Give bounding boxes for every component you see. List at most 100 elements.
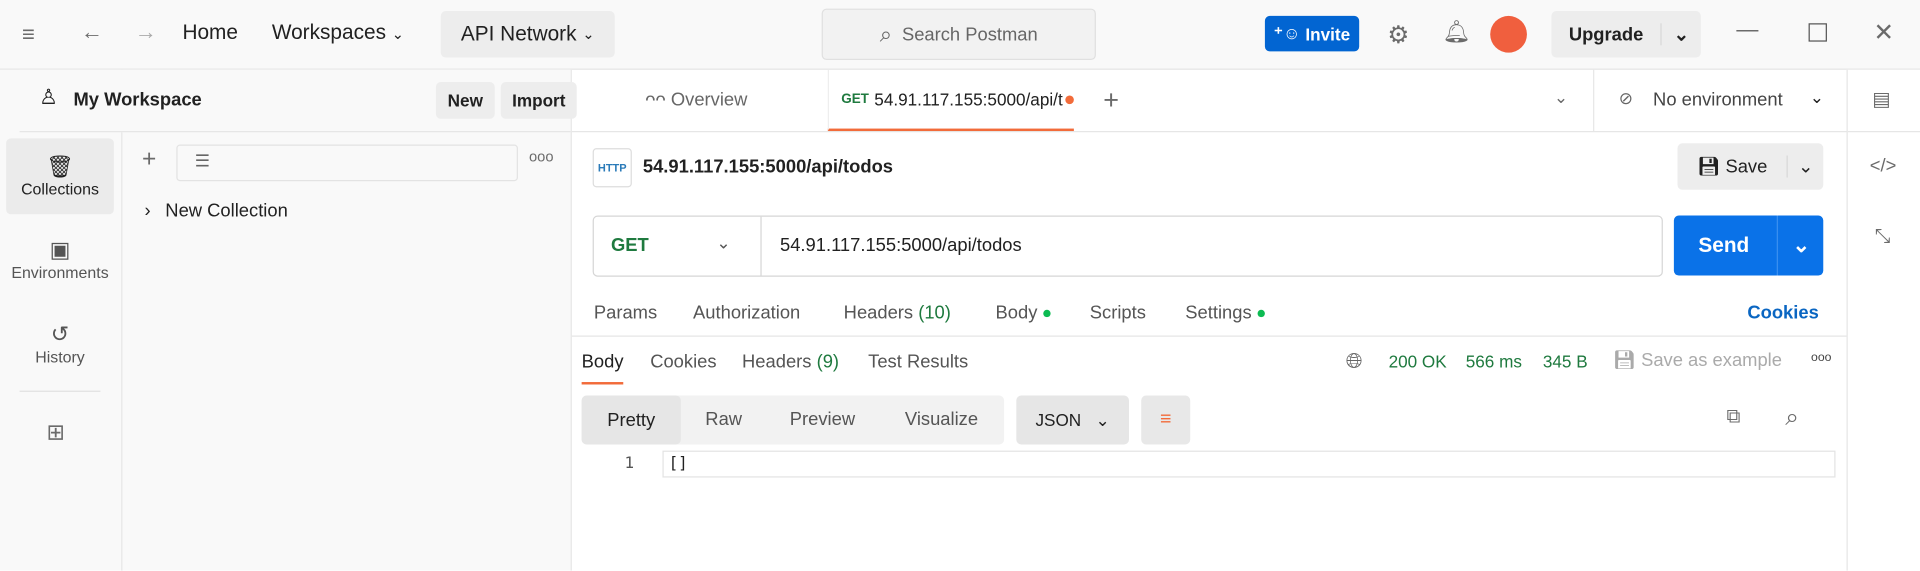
response-tab-cookies[interactable]: Cookies (650, 351, 716, 372)
add-icon[interactable]: + (142, 146, 156, 174)
sidebar-item-label: Collections (21, 180, 99, 199)
view-raw[interactable]: Raw (705, 409, 742, 430)
import-button[interactable]: Import (500, 82, 577, 119)
close-icon[interactable]: ✕ (1873, 17, 1894, 48)
view-preview[interactable]: Preview (790, 409, 855, 430)
response-tab-body[interactable]: Body (581, 351, 624, 385)
search-input[interactable]: ⌕ Search Postman (821, 8, 1096, 61)
tab-request[interactable]: GET 54.91.117.155:5000/api/t (827, 69, 1074, 132)
chevron-down-icon[interactable]: ⌄ (1660, 23, 1701, 46)
right-sidebar: ▤ </> ⤡ (1846, 69, 1920, 571)
add-user-icon: ⁺☺ (1273, 23, 1301, 43)
copy-icon[interactable]: ⧉ (1727, 407, 1741, 429)
upgrade-button[interactable]: Upgrade ⌄ (1551, 11, 1701, 58)
response-size[interactable]: 345 B (1543, 351, 1588, 371)
response-time[interactable]: 566 ms (1466, 351, 1522, 371)
collapse-icon[interactable]: ⤡ (1875, 227, 1891, 249)
sidebar-item-history[interactable]: ↺ History (6, 306, 114, 382)
save-as-example-button[interactable]: 💾︎ Save as example (1613, 349, 1782, 371)
home-link[interactable]: Home (182, 21, 238, 45)
chevron-down-icon[interactable]: ⌄ (1776, 215, 1825, 276)
sidebar-item-label: History (35, 347, 85, 367)
filter-input[interactable]: ☰ (176, 144, 518, 182)
environment-selector[interactable]: ⊘ No environment ⌄ (1593, 69, 1848, 132)
tab-label: Headers (843, 302, 914, 324)
globe-icon[interactable]: 🌐︎ (1346, 349, 1363, 373)
headers-count: (9) (816, 351, 840, 373)
save-icon: 💾︎ (1612, 350, 1636, 372)
more-options-icon[interactable]: ooo (1811, 351, 1831, 364)
menu-icon[interactable]: ≡ (22, 22, 35, 48)
save-button[interactable]: 💾︎ Save ⌄ (1677, 143, 1824, 190)
headers-count: (10) (918, 302, 951, 324)
environment-quick-look-icon[interactable]: ▤ (1872, 87, 1891, 111)
api-network-label: API Network (460, 22, 577, 46)
no-environment-icon: ⊘ (1618, 88, 1634, 108)
binoculars-icon: ᴖᴖ (645, 89, 666, 111)
tab-label: Settings (1185, 302, 1252, 324)
environment-icon: ▣ (49, 237, 71, 263)
method-label: GET (611, 235, 649, 256)
maximize-icon[interactable] (1808, 23, 1827, 42)
code-icon[interactable]: </> (1870, 156, 1897, 177)
divider (19, 390, 101, 392)
api-network-menu[interactable]: API Network ⌄ (440, 11, 615, 58)
response-tab-headers[interactable]: Headers (9) (742, 351, 839, 372)
more-options-icon[interactable]: ooo (529, 148, 554, 165)
collection-item[interactable]: › New Collection (144, 201, 287, 222)
http-icon: HTTP (592, 148, 632, 188)
status-dot (1043, 309, 1051, 318)
tab-label: Body (995, 302, 1038, 324)
wrap-lines-icon[interactable]: ≡ (1141, 395, 1191, 445)
response-body[interactable]: 1 [] (572, 450, 1847, 571)
grid-add-icon[interactable]: ⊞ (47, 420, 65, 446)
tab-settings[interactable]: Settings (1185, 302, 1266, 324)
status-code[interactable]: 200 OK (1389, 351, 1447, 371)
tab-method: GET (841, 91, 869, 107)
tab-bar: ᴖᴖ Overview GET 54.91.117.155:5000/api/t… (571, 69, 1848, 133)
sidebar-item-collections[interactable]: 🗑︎ Collections (6, 138, 114, 215)
new-button[interactable]: New (435, 82, 495, 119)
tab-body[interactable]: Body (996, 302, 1051, 323)
add-tab-icon[interactable]: + (1103, 84, 1119, 116)
tab-overview[interactable]: ᴖᴖ Overview (645, 89, 747, 110)
tab-params[interactable]: Params (594, 302, 657, 323)
chevron-down-icon[interactable]: ⌄ (1554, 87, 1568, 108)
tab-label: Overview (670, 89, 748, 111)
user-icon: ♙ (39, 85, 58, 109)
method-select[interactable]: GET ⌄ (594, 216, 762, 276)
chevron-down-icon: ⌄ (391, 25, 405, 43)
sidebar-item-environments[interactable]: ▣ Environments (6, 222, 114, 298)
workspace-title: My Workspace (73, 89, 202, 111)
tab-headers[interactable]: Headers (10) (844, 302, 951, 323)
gear-icon[interactable]: ⚙ (1387, 20, 1409, 51)
tab-scripts[interactable]: Scripts (1090, 302, 1146, 323)
environment-label: No environment (1653, 89, 1783, 111)
line-number: 1 (624, 454, 635, 473)
invite-button[interactable]: ⁺☺ Invite (1264, 15, 1360, 52)
format-select[interactable]: JSON ⌄ (1016, 395, 1129, 445)
response-header: Body Cookies Headers (9) Test Results 🌐︎… (572, 337, 1847, 386)
cookies-link[interactable]: Cookies (1747, 302, 1818, 323)
response-tab-test-results[interactable]: Test Results (868, 351, 968, 372)
workspaces-menu[interactable]: Workspaces ⌄ (272, 21, 404, 45)
avatar[interactable] (1490, 15, 1527, 53)
trash-can-collections-icon: 🗑︎ (45, 154, 74, 179)
forward-arrow-icon[interactable]: → (135, 20, 157, 46)
view-pretty[interactable]: Pretty (581, 395, 681, 445)
search-icon[interactable]: ⌕ (1785, 404, 1799, 432)
url-input[interactable]: 54.91.117.155:5000/api/todos (780, 235, 1022, 256)
request-name[interactable]: 54.91.117.155:5000/api/todos (643, 157, 893, 178)
code-text: [] (668, 454, 688, 473)
send-button[interactable]: Send ⌄ (1673, 215, 1825, 276)
sidebar-item-label: Environments (11, 263, 109, 282)
back-arrow-icon[interactable]: ← (81, 20, 103, 46)
view-visualize[interactable]: Visualize (905, 409, 978, 430)
chevron-down-icon: ⌄ (582, 25, 595, 43)
bell-icon[interactable]: 🔔︎ (1442, 20, 1470, 46)
search-placeholder: Search Postman (901, 23, 1038, 45)
upgrade-label: Upgrade (1568, 23, 1644, 45)
tab-authorization[interactable]: Authorization (693, 302, 800, 323)
minimize-icon[interactable]: — (1736, 17, 1758, 43)
chevron-down-icon[interactable]: ⌄ (1786, 155, 1823, 178)
